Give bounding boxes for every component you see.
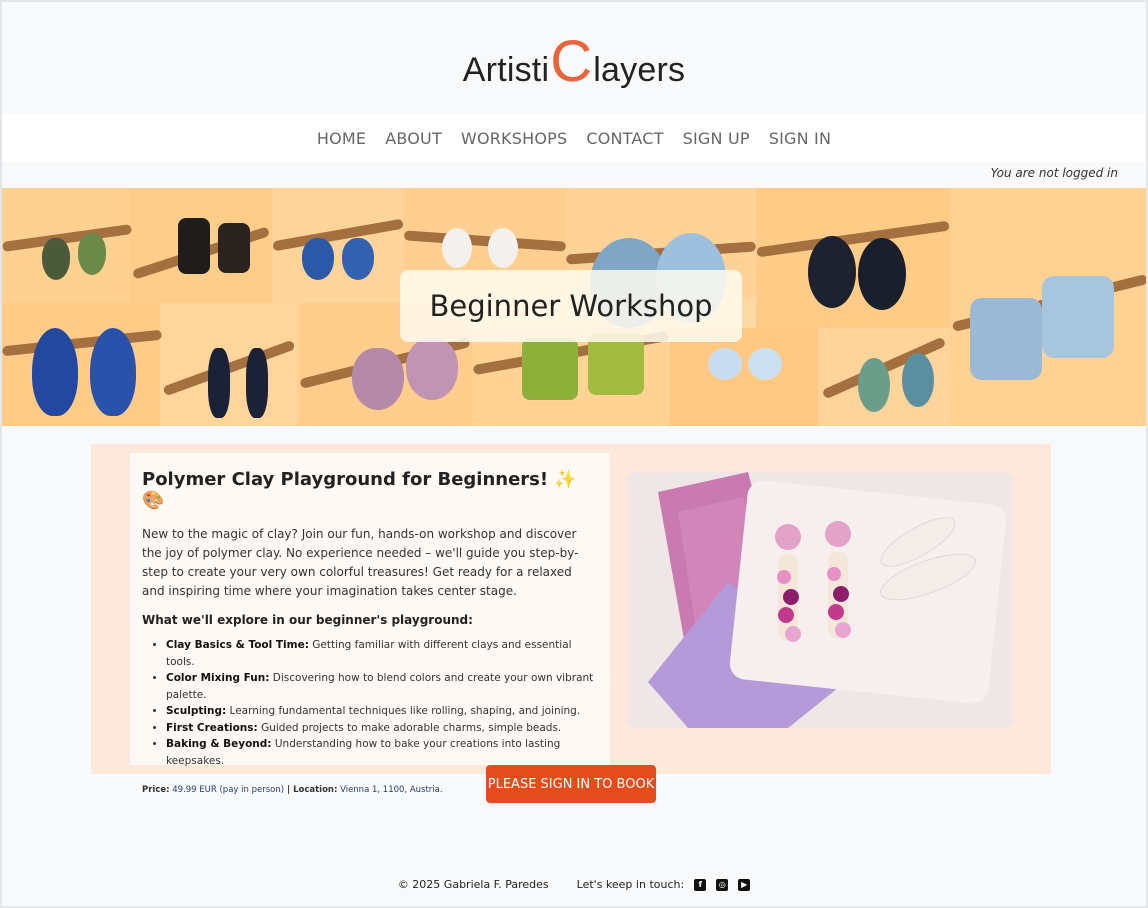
earring-decoration xyxy=(588,333,644,395)
nav-sign-in[interactable]: SIGN IN xyxy=(769,129,831,148)
topic-term: Sculpting: xyxy=(166,705,227,717)
hero-photo-tile xyxy=(2,303,160,426)
earring-decoration xyxy=(90,328,136,416)
earring-decoration xyxy=(42,238,70,280)
nav-about[interactable]: ABOUT xyxy=(385,129,442,148)
explore-heading: What we'll explore in our beginner's pla… xyxy=(142,613,473,627)
workshop-heading: Polymer Clay Playground for Beginners! ✨… xyxy=(142,469,577,511)
price-value: 49.99 EUR (pay in person) xyxy=(169,785,285,795)
instagram-icon[interactable]: ◎ xyxy=(716,878,729,891)
nav-sign-up[interactable]: SIGN UP xyxy=(683,129,750,148)
earring-decoration xyxy=(352,348,404,410)
topic-text: Learning fundamental techniques like rol… xyxy=(226,705,581,717)
login-status: You are not logged in xyxy=(990,166,1118,180)
sign-in-to-book-button[interactable]: PLEASE SIGN IN TO BOOK xyxy=(486,765,656,803)
topic-term: Color Mixing Fun: xyxy=(166,672,270,684)
topic-text: Guided projects to make adorable charms,… xyxy=(257,721,562,734)
earring-decoration xyxy=(178,218,210,274)
workshop-photo xyxy=(628,472,1012,728)
site-logo[interactable]: Artisti Clayers xyxy=(462,28,686,94)
site-header: Artisti Clayers HOME ABOUT WORKSHOPS CONT… xyxy=(2,2,1146,188)
hero-title: Beginner Workshop xyxy=(400,270,742,342)
list-item: Clay Basics & Tool Time: Getting familia… xyxy=(166,637,598,670)
earring-decoration xyxy=(808,236,856,308)
list-item: Color Mixing Fun: Discovering how to ble… xyxy=(166,670,598,703)
earring-decoration xyxy=(858,238,906,310)
earring-decoration xyxy=(708,348,742,380)
earring-decoration xyxy=(902,353,934,407)
topics-list: Clay Basics & Tool Time: Getting familia… xyxy=(166,637,598,769)
nav-workshops[interactable]: WORKSHOPS xyxy=(461,129,567,148)
earring-decoration xyxy=(218,223,250,273)
earring-decoration xyxy=(32,328,78,416)
logo-bar: Artisti Clayers xyxy=(2,2,1146,114)
earring-decoration xyxy=(246,348,268,418)
earring-decoration xyxy=(1042,276,1114,358)
social-links: Let's keep in touch: f ◎ ▶ xyxy=(577,878,751,891)
location-value: Vienna 1, 1100, Austria. xyxy=(337,785,443,795)
earring-decoration xyxy=(406,338,458,400)
logo-text-part2: layers xyxy=(593,50,686,89)
keep-in-touch-label: Let's keep in touch: xyxy=(576,878,685,891)
topic-term: Clay Basics & Tool Time: xyxy=(166,639,309,651)
earring-decoration xyxy=(858,358,890,412)
facebook-icon[interactable]: f xyxy=(694,878,707,891)
youtube-icon[interactable]: ▶ xyxy=(738,878,751,891)
hero-banner: Beginner Workshop xyxy=(2,188,1146,426)
nav-contact[interactable]: CONTACT xyxy=(586,129,663,148)
site-footer: © 2025 Gabriela F. Paredes Let's keep in… xyxy=(2,878,1146,891)
hero-photo-tile xyxy=(670,328,818,426)
earring-decoration xyxy=(522,338,578,400)
nav-home[interactable]: HOME xyxy=(317,129,366,148)
hero-photo-tile xyxy=(404,188,566,273)
location-label: | Location: xyxy=(284,785,338,795)
earring-decoration xyxy=(208,348,230,418)
earring-decoration xyxy=(78,233,106,275)
topic-term: Baking & Beyond: xyxy=(166,738,272,750)
price-label: Price: xyxy=(142,785,170,795)
earring-decoration xyxy=(302,238,334,280)
earring-decoration xyxy=(488,228,518,268)
workshop-intro: New to the magic of clay? Join our fun, … xyxy=(142,527,579,598)
earring-decoration xyxy=(442,228,472,268)
logo-text-part1: Artisti xyxy=(462,50,550,89)
topic-term: First Creations: xyxy=(166,721,258,734)
earring-decoration xyxy=(970,298,1042,380)
workshop-section: Polymer Clay Playground for Beginners! ✨… xyxy=(91,444,1051,795)
list-item: First Creations: Guided projects to make… xyxy=(166,720,598,737)
workshop-card: Polymer Clay Playground for Beginners! ✨… xyxy=(130,453,610,795)
earring-decoration xyxy=(342,238,374,280)
earring-decoration xyxy=(748,348,782,380)
logo-big-c: C xyxy=(550,28,593,94)
copyright: © 2025 Gabriela F. Paredes xyxy=(397,878,549,891)
earrings-photo-illustration xyxy=(628,472,1012,728)
main-nav: HOME ABOUT WORKSHOPS CONTACT SIGN UP SIG… xyxy=(2,114,1146,162)
list-item: Sculpting: Learning fundamental techniqu… xyxy=(166,703,598,720)
